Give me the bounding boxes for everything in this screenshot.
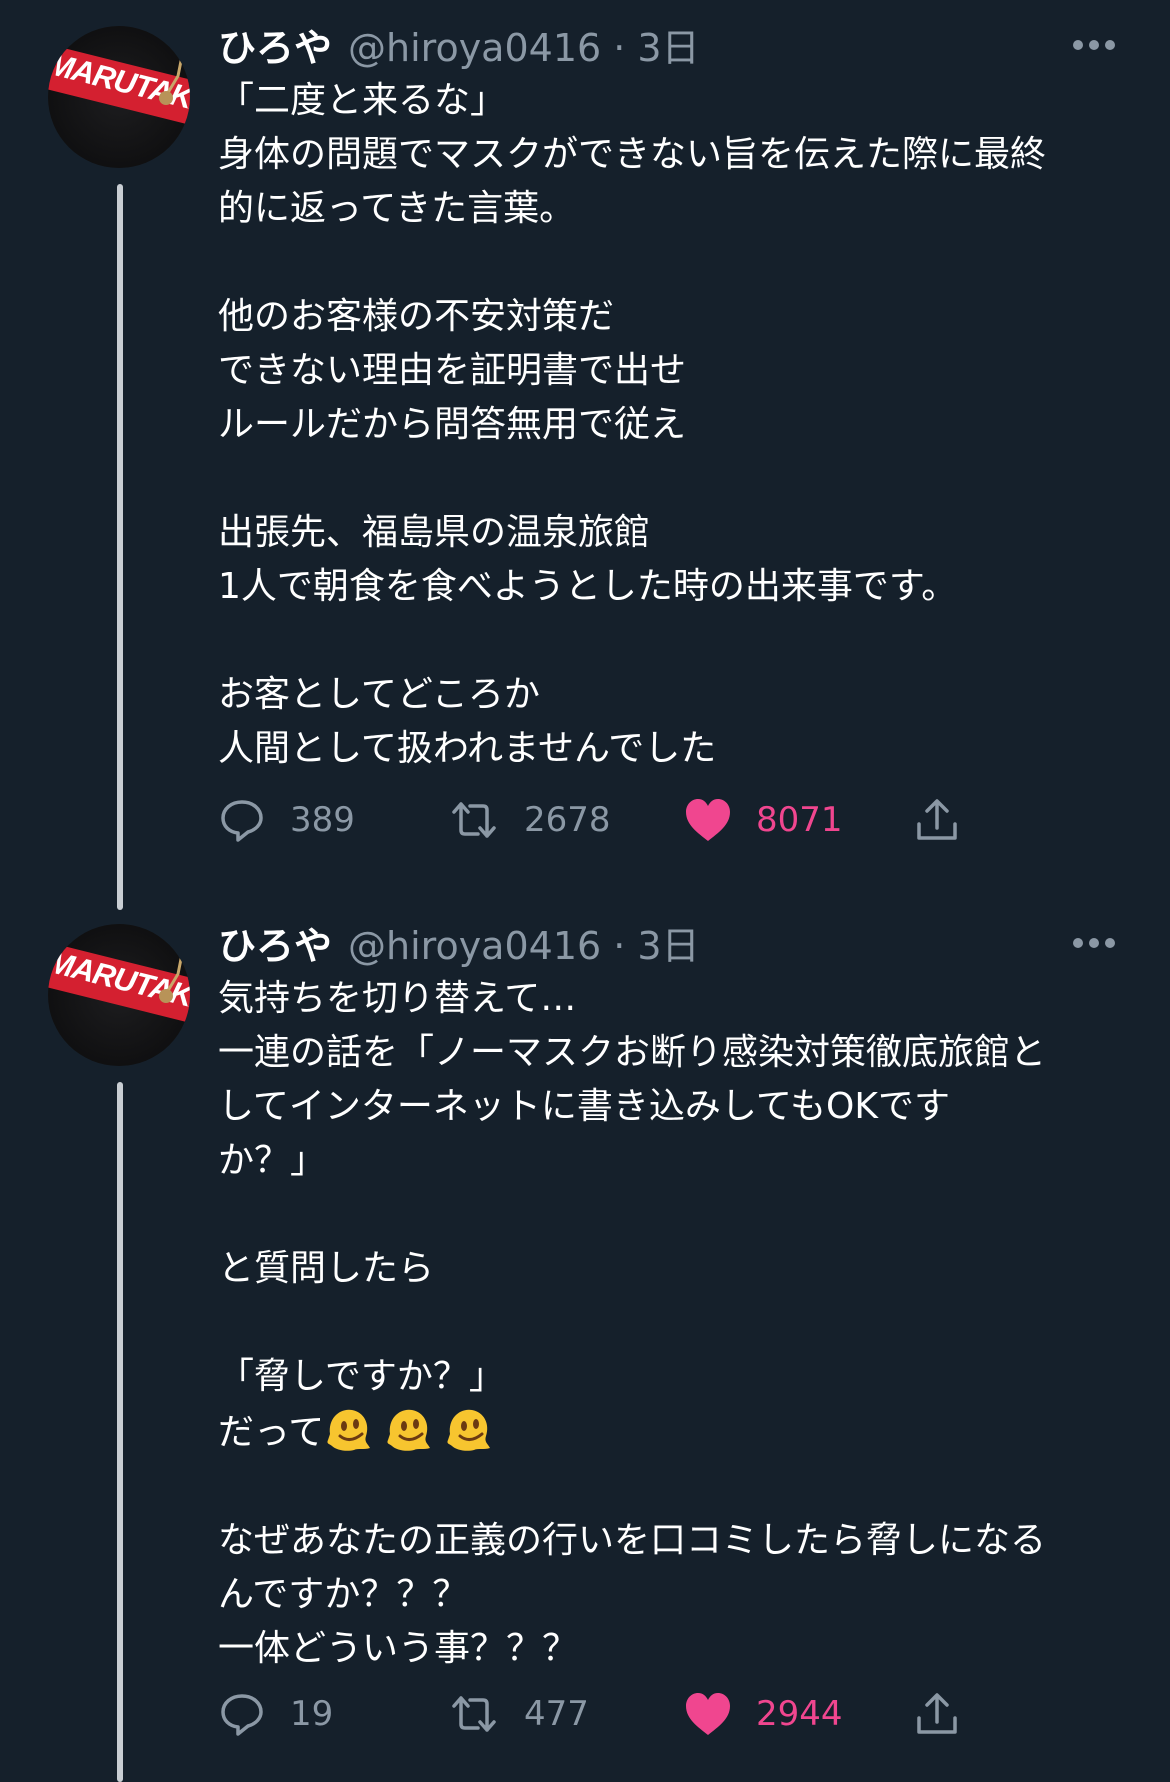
tweet-text-part-1: 気持ちを切り替えて… 一連の話を「ノーマスクお断り感染対策徹底旅館と してインタ…: [218, 978, 1047, 1397]
tweet-text-part-2: だって: [218, 1412, 325, 1453]
tweet-actions: 19 477 2944: [218, 1684, 978, 1744]
heart-icon: [684, 1691, 732, 1737]
more-icon[interactable]: [1070, 928, 1118, 958]
display-name[interactable]: ひろや: [218, 17, 332, 72]
share-icon: [914, 796, 960, 844]
reply-button[interactable]: 389: [218, 790, 355, 850]
share-button[interactable]: [914, 790, 960, 850]
necklace-graphic: [159, 934, 188, 1003]
retweet-count: 2678: [524, 800, 611, 840]
retweet-button[interactable]: 477: [448, 1684, 589, 1744]
share-icon: [914, 1690, 960, 1738]
tweet-actions: 389 2678 8071: [218, 790, 978, 850]
display-name[interactable]: ひろや: [218, 915, 332, 970]
melting-face-icon: [324, 1404, 374, 1454]
like-count: 2944: [756, 1694, 843, 1734]
necklace-graphic: [159, 36, 188, 105]
like-count: 8071: [756, 800, 843, 840]
retweet-button[interactable]: 2678: [448, 790, 611, 850]
thread-connector: [117, 1082, 123, 1782]
like-button[interactable]: 2944: [684, 1684, 843, 1744]
share-button[interactable]: [914, 1684, 960, 1744]
retweet-count: 477: [524, 1694, 589, 1734]
melting-face-icon: [384, 1404, 434, 1454]
tweet-text: 「二度と来るな」 身体の問題でマスクができない旨を伝えた際に最終 的に返ってきた…: [218, 80, 1047, 769]
tweet-header: ひろや @hiroya0416 · 3日: [218, 916, 700, 968]
retweet-icon: [448, 796, 500, 844]
reply-icon: [218, 1690, 266, 1738]
more-icon[interactable]: [1070, 30, 1118, 60]
avatar[interactable]: MARUTAKA: [48, 924, 190, 1066]
like-button[interactable]: 8071: [684, 790, 843, 850]
reply-button[interactable]: 19: [218, 1684, 333, 1744]
reply-count: 19: [290, 1694, 334, 1734]
tweet-2[interactable]: MARUTAKA ひろや @hiroya0416 · 3日 気持ちを切り替えて……: [0, 898, 1170, 1782]
reply-count: 389: [290, 800, 355, 840]
avatar[interactable]: MARUTAKA: [48, 26, 190, 168]
tweet-text: 気持ちを切り替えて… 一連の話を「ノーマスクお断り感染対策徹底旅館と してインタ…: [218, 972, 1128, 1676]
thread-connector: [117, 184, 123, 910]
handle-and-time[interactable]: @hiroya0416 · 3日: [348, 915, 700, 970]
handle-and-time[interactable]: @hiroya0416 · 3日: [348, 17, 700, 72]
tweet-header: ひろや @hiroya0416 · 3日: [218, 18, 700, 70]
heart-icon: [684, 797, 732, 843]
melting-face-icon: [444, 1404, 494, 1454]
retweet-icon: [448, 1690, 500, 1738]
reply-icon: [218, 796, 266, 844]
tweet-1[interactable]: MARUTAKA ひろや @hiroya0416 · 3日 「二度と来るな」 身…: [0, 0, 1170, 910]
tweet-text-part-3: なぜあなたの正義の行いを口コミしたら脅しになる んですか？？？ 一体どういう事？…: [218, 1520, 1047, 1669]
